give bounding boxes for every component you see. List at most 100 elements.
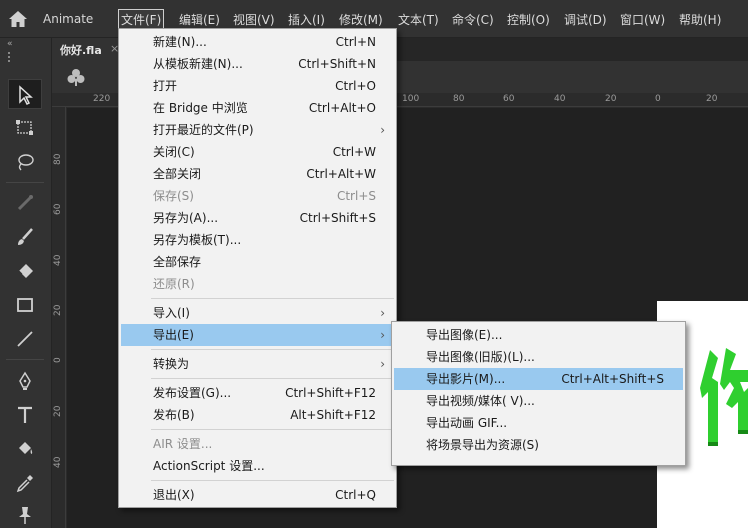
tool-separator — [6, 359, 44, 360]
line-tool[interactable] — [8, 324, 42, 354]
menu-separator — [151, 349, 394, 350]
ruler-label: 60 — [53, 203, 63, 215]
bone-tool[interactable] — [8, 188, 42, 218]
free-transform-tool[interactable] — [8, 113, 42, 143]
text-tool[interactable] — [8, 400, 42, 430]
menu-commands[interactable]: 命令(C) — [452, 11, 494, 28]
export-submenu: 导出图像(E)... 导出图像(旧版)(L)... 导出影片(M)... Ctrl… — [391, 321, 686, 466]
eyedropper-tool[interactable] — [8, 468, 42, 498]
menu-item-export-image[interactable]: 导出图像(E)... — [394, 324, 683, 346]
lasso-icon — [18, 154, 34, 171]
arrow-cursor-icon — [19, 85, 33, 105]
shortcut: Ctrl+Q — [335, 488, 376, 502]
menu-file[interactable]: 文件(F) — [118, 9, 165, 30]
menu-insert[interactable]: 插入(I) — [288, 11, 325, 28]
scene-icon[interactable] — [66, 67, 86, 87]
menu-item-close[interactable]: 关闭(C) Ctrl+W — [121, 141, 394, 163]
shortcut: Ctrl+Shift+S — [299, 211, 376, 225]
rectangle-icon — [17, 298, 33, 312]
submenu-arrow-icon: › — [380, 357, 385, 371]
rectangle-tool[interactable] — [8, 290, 42, 320]
panel-grip-icon[interactable] — [8, 52, 16, 62]
collapse-panel-icon[interactable]: « — [7, 40, 13, 49]
ruler-label: 20 — [53, 405, 63, 417]
document-tab[interactable]: 你好.fla × — [52, 38, 122, 61]
menu-text[interactable]: 文本(T) — [398, 11, 439, 28]
file-menu: 新建(N)... Ctrl+N 从模板新建(N)... Ctrl+Shift+N 打… — [118, 28, 397, 508]
ruler-label: 20 — [706, 94, 718, 104]
lasso-tool[interactable] — [8, 147, 42, 177]
menu-item-close-all[interactable]: 全部关闭 Ctrl+Alt+W — [121, 163, 394, 185]
menu-item-actionscript-settings[interactable]: ActionScript 设置... — [121, 455, 394, 477]
shortcut: Ctrl+Shift+N — [298, 57, 376, 71]
ruler-label: 20 — [53, 304, 63, 316]
shortcut: Ctrl+O — [335, 79, 376, 93]
document-tab-title: 你好.fla — [60, 44, 102, 57]
shortcut: Ctrl+S — [336, 189, 376, 203]
menu-item-revert: 还原(R) — [153, 277, 195, 291]
ruler-label: 0 — [53, 357, 63, 363]
shortcut: Ctrl+W — [332, 145, 376, 159]
menu-item-exit[interactable]: 退出(X) Ctrl+Q — [121, 484, 394, 506]
paint-bucket-tool[interactable] — [8, 434, 42, 464]
pen-tool[interactable] — [8, 366, 42, 396]
menu-item-export-scene-as-asset[interactable]: 将场景导出为资源(S) — [394, 434, 683, 456]
eyedropper-icon — [16, 475, 33, 493]
menu-item-export[interactable]: 导出(E) › — [121, 324, 394, 346]
menu-item-export-video-media[interactable]: 导出视频/媒体( V)... — [394, 390, 683, 412]
menu-edit[interactable]: 编辑(E) — [179, 11, 220, 28]
menu-item-publish-settings[interactable]: 发布设置(G)... Ctrl+Shift+F12 — [121, 382, 394, 404]
shortcut: Ctrl+N — [335, 35, 376, 49]
ruler-label: 20 — [605, 94, 617, 104]
menu-separator — [151, 480, 394, 481]
menu-control[interactable]: 控制(O) — [507, 11, 550, 28]
menu-item-new[interactable]: 新建(N)... Ctrl+N — [121, 31, 394, 53]
menu-separator — [151, 429, 394, 430]
ruler-label: 220 — [93, 94, 111, 104]
shortcut: Alt+Shift+F12 — [290, 408, 376, 422]
menu-view[interactable]: 视图(V) — [233, 11, 275, 28]
text-icon — [18, 406, 32, 423]
menu-separator — [151, 378, 394, 379]
brush-icon — [18, 228, 33, 245]
menu-item-convert-to[interactable]: 转换为 › — [121, 353, 394, 375]
menu-help[interactable]: 帮助(H) — [679, 11, 721, 28]
menu-item-browse-in-bridge[interactable]: 在 Bridge 中浏览 Ctrl+Alt+O — [121, 97, 394, 119]
pen-icon — [19, 371, 31, 390]
ruler-label: 80 — [53, 153, 63, 165]
menu-modify[interactable]: 修改(M) — [339, 11, 383, 28]
selection-tool[interactable] — [8, 79, 42, 109]
menu-item-open[interactable]: 打开 Ctrl+O — [121, 75, 394, 97]
shortcut: Ctrl+Alt+O — [308, 101, 376, 115]
menu-window[interactable]: 窗口(W) — [620, 11, 665, 28]
menu-item-save-as[interactable]: 另存为(A)... Ctrl+Shift+S — [121, 207, 394, 229]
menu-item-air-settings: AIR 设置... — [153, 437, 213, 451]
menu-item-save-as-template[interactable]: 另存为模板(T)... — [121, 229, 394, 251]
eraser-icon — [18, 264, 33, 278]
pin-tool[interactable] — [8, 500, 42, 528]
menu-item-open-recent[interactable]: 打开最近的文件(P) › — [121, 119, 394, 141]
menu-item-export-movie[interactable]: 导出影片(M)... Ctrl+Alt+Shift+S — [394, 368, 683, 390]
app-name: Animate — [43, 12, 94, 26]
submenu-arrow-icon: › — [380, 123, 385, 137]
home-icon[interactable] — [8, 10, 28, 28]
free-transform-icon — [16, 120, 33, 135]
vertical-ruler: 80 60 40 20 0 20 40 — [52, 107, 66, 528]
menu-item-import[interactable]: 导入(I) › — [121, 302, 394, 324]
eraser-tool[interactable] — [8, 256, 42, 286]
menu-item-new-from-template[interactable]: 从模板新建(N)... Ctrl+Shift+N — [121, 53, 394, 75]
menu-debug[interactable]: 调试(D) — [564, 11, 607, 28]
ruler-label: 100 — [402, 94, 420, 104]
green-glyph-artwork[interactable] — [700, 330, 748, 450]
ruler-label: 60 — [503, 94, 515, 104]
menu-item-publish[interactable]: 发布(B) Alt+Shift+F12 — [121, 404, 394, 426]
menu-separator — [151, 298, 394, 299]
bone-icon — [17, 195, 33, 211]
menu-item-export-animated-gif[interactable]: 导出动画 GIF... — [394, 412, 683, 434]
ruler-label: 40 — [53, 254, 63, 266]
submenu-arrow-icon: › — [380, 306, 385, 320]
menu-item-save-all[interactable]: 全部保存 — [121, 251, 394, 273]
ruler-label: 40 — [53, 456, 63, 468]
menu-item-export-image-legacy[interactable]: 导出图像(旧版)(L)... — [394, 346, 683, 368]
brush-tool[interactable] — [8, 222, 42, 252]
